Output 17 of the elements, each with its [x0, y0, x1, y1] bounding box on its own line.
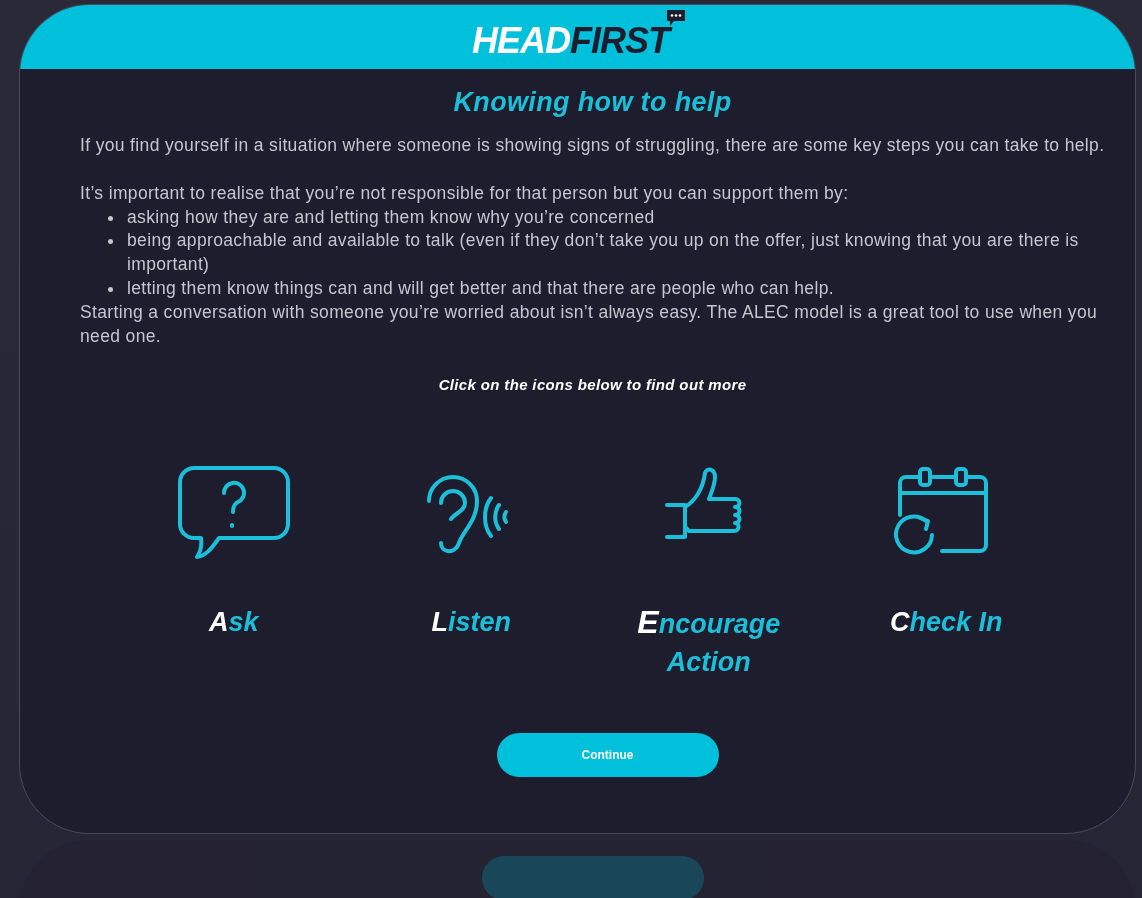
body-paragraph: If you find yourself in a situation where someone is showing signs of struggling, there are some key steps you can take to help. — [80, 134, 1105, 157]
alec-step-button[interactable]: Encourage Action — [590, 463, 828, 682]
bullet-text: letting them know things can and will get better and that there are people who can help. — [127, 277, 834, 300]
instruction-text: Click on the icons below to find out more — [437, 376, 748, 394]
alec-step-button[interactable]: Ask — [115, 463, 353, 682]
body-paragraph: It’s important to realise that you’re not responsible for that person but you can support them by: — [80, 181, 850, 205]
chat-bubble-icon — [665, 9, 687, 27]
body-paragraph: Starting a conversation with someone you’re worried about isn’t always easy. The ALEC model is a great tool to use when you need one. — [80, 300, 1099, 348]
alec-step-button[interactable]: Listen — [352, 463, 590, 682]
headfirst-logo: HEADFIRST — [472, 23, 683, 59]
bullet-dot — [108, 215, 113, 221]
bullet-text: asking how they are and letting them know why you’re concerned — [127, 205, 655, 229]
bullet-dot — [108, 287, 113, 292]
bullet-dot — [108, 239, 113, 245]
bullet-text: being approachable and available to talk (even if they don’t take you up on the offer, just knowing that you are there is important) — [127, 229, 1080, 277]
alec-step-button[interactable]: Check In — [827, 463, 1065, 682]
page-title: Knowing how to help — [452, 87, 733, 118]
